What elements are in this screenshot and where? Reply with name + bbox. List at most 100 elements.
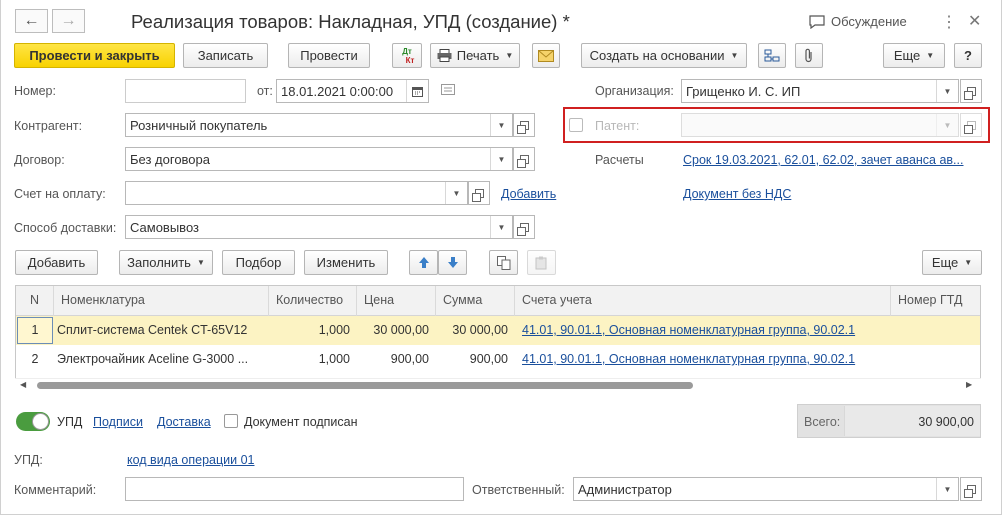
help-button[interactable]: ? [954,43,982,68]
delivery-method-field[interactable]: Самовывоз ▼ [125,215,513,239]
upd-label: УПД: [14,453,43,467]
scrollbar-thumb[interactable] [37,382,693,389]
dt-label: Дт [402,46,412,56]
patent-open-button [960,113,982,137]
calendar-icon[interactable] [406,80,428,102]
row-accounts-link[interactable]: 41.01, 90.01.1, Основная номенклатурная … [522,316,890,345]
total-value: 30 900,00 [918,415,974,429]
row-accounts-link[interactable]: 41.01, 90.01.1, Основная номенклатурная … [522,345,890,374]
more-label: Еще [893,48,921,63]
chevron-down-icon[interactable]: ▼ [490,148,512,170]
column-header-sum[interactable]: Сумма [436,286,515,316]
total-panel: Всего: 30 900,00 [797,404,981,438]
column-header-quantity[interactable]: Количество [269,286,357,316]
organization-value: Грищенко И. С. ИП [686,83,801,99]
move-down-button[interactable] [438,250,467,275]
paste-rows-button[interactable] [527,250,556,275]
create-based-label: Создать на основании [589,48,725,63]
responsible-field[interactable]: Администратор ▼ [573,477,959,501]
document-window: ← → Реализация товаров: Накладная, УПД (… [0,0,1002,515]
arrow-left-icon: ← [23,12,40,29]
chevron-down-icon[interactable]: ▼ [936,80,958,102]
copy-rows-button[interactable] [489,250,518,275]
responsible-open-button[interactable] [960,477,982,501]
save-button[interactable]: Записать [183,43,268,68]
date-field[interactable]: 18.01.2021 0:00:00 [276,79,429,103]
more-button[interactable]: Еще ▼ [883,43,945,68]
chevron-down-icon[interactable]: ▼ [490,216,512,238]
number-label: Номер: [14,84,56,98]
document-signed-label: Документ подписан [244,415,358,429]
organization-field[interactable]: Грищенко И. С. ИП ▼ [681,79,959,103]
table-row[interactable]: 1 Сплит-система Centek CT-65V12 1,000 30… [16,316,980,345]
counterparty-field[interactable]: Розничный покупатель ▼ [125,113,513,137]
edit-button[interactable]: Изменить [304,250,388,275]
patent-checkbox[interactable] [569,118,583,132]
print-label: Печать [456,48,500,63]
column-header-gtd[interactable]: Номер ГТД [891,286,980,316]
fill-button[interactable]: Заполнить ▼ [119,250,213,275]
contract-open-button[interactable] [513,147,535,171]
contract-value: Без договора [130,151,210,167]
table-row[interactable]: 2 Электрочайник Aceline G-3000 ... 1,000… [16,345,980,374]
delivery-open-button[interactable] [513,215,535,239]
kt-label: Кт [405,55,415,65]
open-form-icon [516,154,529,168]
upd-toggle-label: УПД [57,415,83,429]
discuss-button[interactable]: Обсуждение [809,14,907,29]
settlements-link[interactable]: Срок 19.03.2021, 62.01, 62.02, зачет ава… [683,153,979,167]
email-button[interactable] [532,43,560,68]
post-and-close-button[interactable]: Провести и закрыть [14,43,175,68]
scroll-right-icon[interactable]: ▶ [966,380,972,389]
counterparty-open-button[interactable] [513,113,535,137]
dt-kt-button[interactable]: Дт Кт [392,43,422,68]
comment-lines-icon[interactable] [441,84,455,99]
column-header-accounts[interactable]: Счета учета [515,286,891,316]
chevron-down-icon[interactable]: ▼ [490,114,512,136]
structure-button[interactable] [758,43,786,68]
print-button[interactable]: Печать ▼ [430,43,520,68]
row-sum: 900,00 [469,352,508,366]
forward-button[interactable]: → [52,9,85,33]
delivery-method-label: Способ доставки: [14,221,117,235]
comment-field[interactable] [125,477,464,501]
invoice-field[interactable]: ▼ [125,181,468,205]
back-button[interactable]: ← [15,9,48,33]
date-value: 18.01.2021 0:00:00 [281,83,394,99]
close-icon[interactable]: ✕ [968,11,981,31]
scroll-left-icon[interactable]: ◀ [20,380,26,389]
row-number: 2 [31,352,39,366]
vat-free-document-link[interactable]: Документ без НДС [683,187,791,201]
patent-field: ▼ [681,113,959,137]
envelope-icon [538,49,554,62]
goods-table: N Номенклатура Количество Цена Сумма Сче… [15,285,981,393]
column-header-item[interactable]: Номенклатура [54,286,269,316]
column-header-n[interactable]: N [16,286,54,316]
document-signed-checkbox[interactable] [224,414,238,428]
attach-button[interactable] [795,43,823,68]
add-invoice-link[interactable]: Добавить [501,187,556,201]
more-menu-icon[interactable]: ⋮ [941,12,957,32]
organization-label: Организация: [595,84,674,98]
organization-open-button[interactable] [960,79,982,103]
chevron-down-icon[interactable]: ▼ [445,182,467,204]
create-based-on-button[interactable]: Создать на основании ▼ [581,43,747,68]
delivery-link[interactable]: Доставка [157,415,211,429]
open-form-icon [516,120,529,134]
pick-button[interactable]: Подбор [222,250,295,275]
invoice-open-button[interactable] [468,181,490,205]
table-more-button[interactable]: Еще ▼ [922,250,982,275]
move-up-button[interactable] [409,250,438,275]
open-form-icon [471,188,484,202]
post-button[interactable]: Провести [288,43,370,68]
total-label: Всего: [804,415,841,429]
column-header-price[interactable]: Цена [357,286,436,316]
upd-toggle[interactable] [16,412,50,431]
number-field[interactable] [125,79,246,103]
signatures-link[interactable]: Подписи [93,415,143,429]
operation-code-link[interactable]: код вида операции 01 [127,453,254,467]
chevron-down-icon[interactable]: ▼ [936,478,958,500]
add-row-button[interactable]: Добавить [15,250,98,275]
contract-field[interactable]: Без договора ▼ [125,147,513,171]
row-quantity: 1,000 [318,323,350,337]
